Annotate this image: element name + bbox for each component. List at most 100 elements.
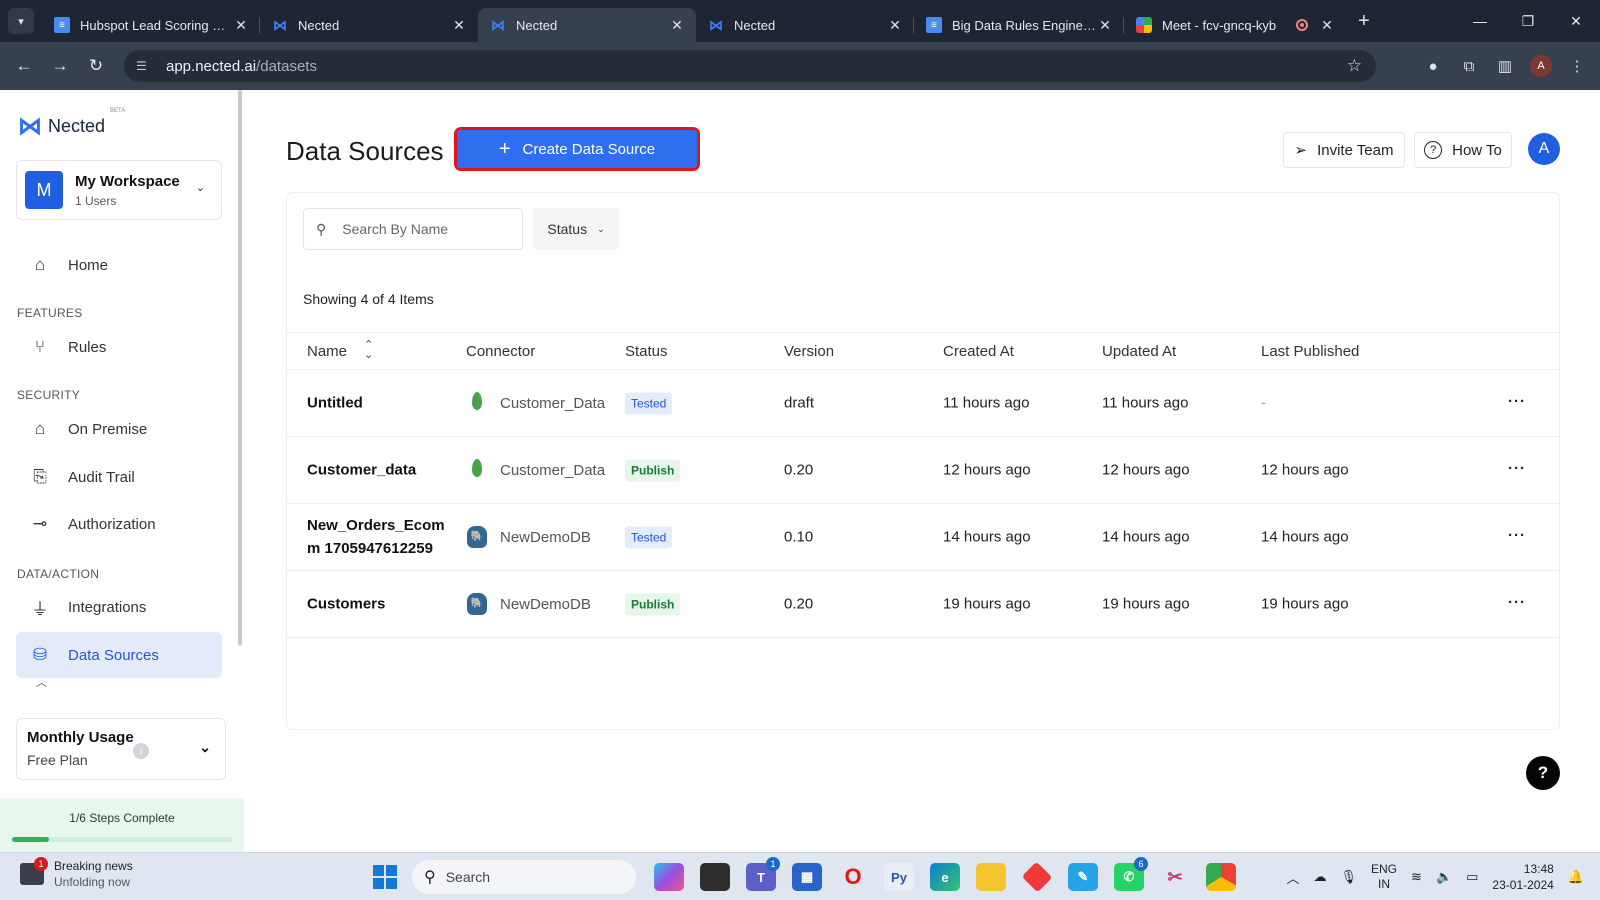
clock[interactable]: 13:48 23-01-2024 [1492,861,1553,893]
table-row[interactable]: Untitled Customer_Data Tested draft 11 h… [286,370,1560,437]
row-actions-icon[interactable]: ··· [1508,393,1526,410]
sidebar-item-rules[interactable]: ⑂ Rules [16,324,222,370]
monthly-usage-panel[interactable]: Monthly Usage Free Plan i ⌄ [16,718,226,780]
info-icon[interactable]: i [133,743,149,759]
window-controls: — ❐ ✕ [1456,0,1600,42]
close-tab-icon[interactable]: ✕ [1318,17,1336,34]
sidebar-item-home[interactable]: ⌂ Home [16,242,222,288]
teams-icon[interactable]: T1 [746,857,780,891]
browser-tab-6[interactable]: Meet - fcv-gncq-kyb ✕ [1124,8,1346,42]
sidebar-item-audit-trail[interactable]: ⎘ Audit Trail [16,454,222,500]
extension-icon[interactable]: ● [1422,58,1444,75]
collapse-caret-icon[interactable]: ︿ [36,674,47,690]
table-row[interactable]: Customers 🐘 NewDemoDB Publish 0.20 19 ho… [286,571,1560,638]
help-button[interactable]: ? [1526,756,1560,790]
nected-logo[interactable]: ⋈ Nected BETA [18,108,125,141]
row-name[interactable]: Untitled [307,392,447,415]
browser-tab-3-active[interactable]: ⋈ Nected ✕ [478,8,696,42]
sidebar-item-authorization[interactable]: ⊸ Authorization [16,501,222,547]
table-row[interactable]: Customer_data Customer_Data Publish 0.20… [286,437,1560,504]
whatsapp-icon[interactable]: ✆ 6 [1114,857,1148,891]
browser-tab-1[interactable]: ≡ Hubspot Lead Scoring Vs N ✕ [42,8,260,42]
row-actions-icon[interactable]: ··· [1508,460,1526,477]
clock-date: 23-01-2024 [1492,878,1554,892]
sidebar-item-integrations[interactable]: ⏚ Integrations [16,584,222,630]
search-input[interactable]: ⚲ Search By Name [303,208,523,250]
microphone-icon[interactable]: 🎙 [1341,869,1358,885]
row-updated-at: 14 hours ago [1102,528,1190,546]
browser-menu-icon[interactable]: ⋮ [1566,57,1588,75]
python-icon[interactable]: Py [884,863,914,891]
onedrive-icon[interactable]: ☁ [1314,869,1327,885]
row-name[interactable]: New_Orders_Ecom m 1705947612259 [307,514,447,560]
task-view-icon[interactable] [700,863,730,891]
battery-icon[interactable]: ▭ [1466,869,1478,885]
news-widget[interactable]: 1 Breaking news Unfolding now [20,857,133,889]
status-filter-dropdown[interactable]: Status ⌄ [533,208,619,250]
taskbar-search[interactable]: ⚲ Search [412,860,636,894]
profile-avatar[interactable]: A [1530,55,1552,77]
browser-tab-2[interactable]: ⋈ Nected ✕ [260,8,478,42]
opera-icon[interactable]: O [838,863,868,891]
reload-icon[interactable]: ↻ [78,56,114,76]
pencil-app-icon[interactable]: ✎ [1068,863,1098,891]
volume-icon[interactable]: 🔈 [1436,869,1452,885]
language-indicator[interactable]: ENG IN [1371,862,1397,892]
row-actions-icon[interactable]: ··· [1508,527,1526,544]
browser-tab-5[interactable]: ≡ Big Data Rules Engine - Go ✕ [914,8,1124,42]
row-version: 0.20 [784,595,814,613]
question-circle-icon: ? [1424,141,1443,159]
chrome-icon[interactable] [1206,863,1236,891]
nected-logo-icon: ⋈ [18,113,42,140]
sidebar-scrollbar[interactable] [238,90,242,646]
restore-icon[interactable]: ❐ [1504,13,1552,30]
store-icon[interactable]: ▦ [792,863,822,891]
chevron-down-icon[interactable]: ⌄ [199,739,211,756]
close-window-icon[interactable]: ✕ [1552,13,1600,30]
close-tab-icon[interactable]: ✕ [450,17,468,34]
column-header-name[interactable]: Name [307,343,347,360]
extensions-puzzle-icon[interactable]: ⧉ [1458,58,1480,75]
tray-overflow-icon[interactable]: ︿ [1286,868,1299,887]
row-status: Publish [625,459,681,482]
copilot-icon[interactable] [654,863,684,891]
sidebar-item-on-premise[interactable]: ⌂ On Premise [16,406,222,452]
row-name[interactable]: Customers [307,593,447,616]
close-tab-icon[interactable]: ✕ [886,17,904,34]
side-panel-icon[interactable]: ▥ [1494,57,1516,75]
back-icon[interactable]: ← [6,56,42,76]
connector-label: NewDemoDB [500,528,591,546]
sidebar-item-data-sources[interactable]: ⛁ Data Sources [16,632,222,678]
site-info-icon[interactable]: ☰ [136,59,156,73]
tab-search-button[interactable]: ▾ [8,8,34,34]
browser-tab-4[interactable]: ⋈ Nected ✕ [696,8,914,42]
anydesk-icon[interactable] [1021,861,1053,893]
chevron-down-icon: ⌄ [195,182,205,194]
invite-team-button[interactable]: ➢ Invite Team [1283,132,1405,168]
file-explorer-icon[interactable] [976,863,1006,891]
address-bar[interactable]: ☰ app.nected.ai/datasets ☆ [124,50,1376,82]
workspace-switcher[interactable]: M My Workspace 1 Users ⌄ [16,160,222,220]
how-to-button[interactable]: ? How To [1414,132,1512,168]
create-data-source-button[interactable]: + Create Data Source [454,127,700,171]
table-row[interactable]: New_Orders_Ecom m 1705947612259 🐘 NewDemo… [286,504,1560,571]
snipping-tool-icon[interactable]: ✂ [1160,863,1190,891]
edge-icon[interactable]: e [930,863,960,891]
close-tab-icon[interactable]: ✕ [668,17,686,34]
forward-icon[interactable]: → [42,56,78,76]
minimize-icon[interactable]: — [1456,13,1504,29]
sort-icon[interactable]: ⌃ ⌄ [364,340,373,361]
bookmark-star-icon[interactable]: ☆ [1347,56,1362,76]
close-tab-icon[interactable]: ✕ [1096,17,1114,34]
new-tab-icon[interactable]: + [1358,10,1370,33]
wifi-icon[interactable]: ≋ [1411,869,1422,885]
row-name[interactable]: Customer_data [307,459,447,482]
onboarding-steps[interactable]: 1/6 Steps Complete [0,798,244,852]
row-actions-icon[interactable]: ··· [1508,594,1526,611]
row-created-at: 19 hours ago [943,595,1031,613]
user-avatar[interactable]: A [1528,133,1560,165]
browser-tab-strip: ▾ ≡ Hubspot Lead Scoring Vs N ✕ ⋈ Nected… [0,0,1600,42]
close-tab-icon[interactable]: ✕ [232,17,250,34]
windows-start-icon[interactable] [373,865,397,889]
notification-bell-icon[interactable]: 🔔 [1568,869,1584,885]
